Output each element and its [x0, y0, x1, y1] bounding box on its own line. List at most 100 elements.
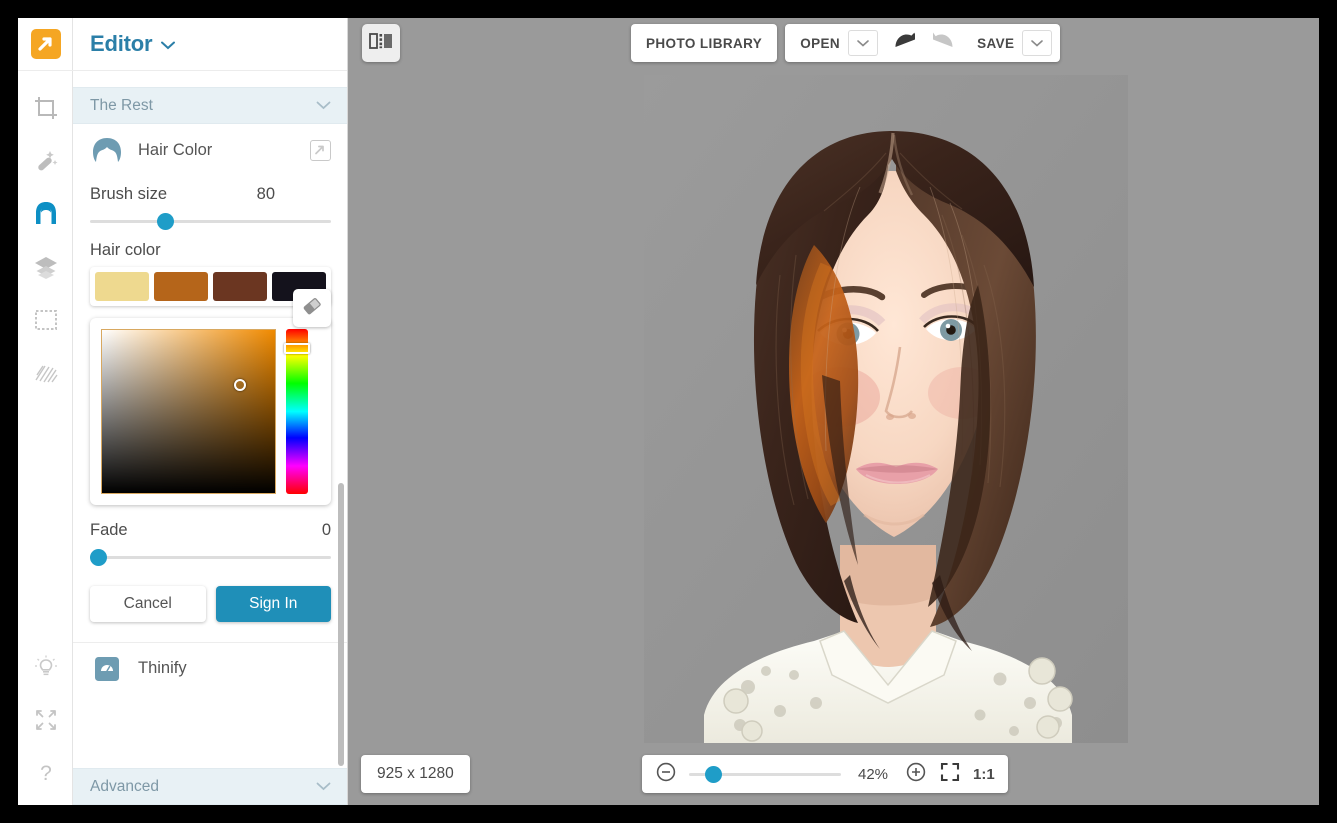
crop-icon [33, 95, 59, 121]
before-after-split-button[interactable] [362, 24, 400, 62]
slider-track [90, 220, 331, 223]
fade-slider[interactable] [90, 546, 331, 568]
hue-cursor-handle[interactable] [284, 343, 310, 354]
editor-sidebar: Editor Lip Color [73, 18, 348, 805]
undo-button[interactable] [886, 24, 924, 62]
rail-item-touch-up-tool[interactable] [18, 134, 73, 187]
app-logo[interactable] [18, 18, 73, 71]
orange-arrow-logo-icon [31, 29, 61, 59]
undo-arrow-icon [892, 30, 918, 57]
fade-value: 0 [322, 521, 331, 540]
color-picker [90, 318, 331, 505]
section-header-the-rest[interactable]: The Rest [73, 87, 348, 124]
section-label: Advanced [90, 778, 159, 796]
sign-in-button[interactable]: Sign In [216, 586, 332, 622]
slider-track [90, 556, 331, 559]
before-after-split-icon [369, 31, 393, 56]
photo-canvas[interactable] [644, 75, 1128, 743]
file-actions-group: OPEN [785, 24, 1060, 62]
chevron-down-icon [316, 97, 331, 115]
zoom-toolbar: 42% [642, 755, 1008, 793]
expand-arrows-icon [33, 707, 59, 733]
chevron-down-icon [316, 778, 331, 796]
rail-item-retouch-tool[interactable] [18, 187, 73, 240]
zoom-percent-label: 42% [853, 766, 893, 783]
rail-item-frames-tool[interactable] [18, 293, 73, 346]
sidebar-item-label: Thinify [138, 659, 187, 678]
save-button[interactable]: SAVE [962, 24, 1022, 62]
hair-color-palette-row: Hair color [90, 241, 331, 260]
brush-size-value: 80 [257, 185, 275, 204]
magic-wand-icon [33, 148, 59, 174]
frame-icon [33, 307, 59, 333]
rail-item-crop-tool[interactable] [18, 81, 73, 134]
redo-arrow-icon [930, 30, 956, 57]
rail-item-layers-tool[interactable] [18, 240, 73, 293]
swatch-blonde[interactable] [95, 272, 149, 301]
hair-color-label: Hair color [90, 241, 161, 260]
top-toolbar: PHOTO LIBRARY OPEN [631, 24, 1060, 62]
sidebar-item-thinify[interactable]: Thinify [73, 642, 348, 694]
photo-library-group: PHOTO LIBRARY [631, 24, 777, 62]
zoom-slider[interactable] [689, 764, 841, 784]
sv-cursor-handle[interactable] [234, 379, 246, 391]
photo-library-button[interactable]: PHOTO LIBRARY [631, 24, 777, 62]
slider-knob[interactable] [90, 549, 107, 566]
canvas-area: PHOTO LIBRARY OPEN [349, 18, 1319, 805]
rail-item-tips[interactable] [18, 640, 73, 693]
brush-size-label: Brush size [90, 185, 167, 204]
rail-item-textures-tool[interactable] [18, 346, 73, 399]
fit-to-screen-icon [939, 761, 961, 788]
sidebar-item-hair-color[interactable]: Hair Color [73, 124, 348, 176]
editor-window: ? Editor [18, 18, 1319, 805]
lips-icon [90, 71, 122, 74]
hue-strip[interactable] [286, 329, 308, 494]
face-portrait-icon [32, 200, 60, 228]
tool-rail: ? [18, 18, 73, 805]
plus-circle-icon [905, 761, 927, 788]
portrait-photo [644, 75, 1128, 743]
section-label: The Rest [90, 97, 153, 115]
minus-circle-icon [655, 761, 677, 788]
sidebar-scroll-region: Lip Color The Rest Hair Color [73, 71, 348, 805]
sidebar-scrollbar[interactable] [338, 483, 344, 766]
zoom-in-button[interactable] [905, 761, 927, 788]
eraser-button[interactable] [293, 289, 331, 327]
fit-to-screen-button[interactable] [939, 761, 961, 788]
brush-size-row: Brush size 80 [90, 185, 331, 204]
layers-icon [33, 254, 59, 280]
save-dropdown-caret[interactable] [1022, 30, 1052, 56]
actual-size-button[interactable]: 1:1 [973, 766, 995, 783]
chevron-down-icon[interactable] [161, 37, 175, 55]
eraser-icon [301, 295, 323, 322]
saturation-value-square[interactable] [101, 329, 276, 494]
hair-icon [90, 133, 124, 167]
lightbulb-icon [33, 654, 59, 680]
section-header-advanced[interactable]: Advanced [73, 768, 348, 805]
chevron-down-icon [1031, 34, 1043, 52]
cancel-button[interactable]: Cancel [90, 586, 206, 622]
open-dropdown-caret[interactable] [848, 30, 878, 56]
sidebar-item-lip-color[interactable]: Lip Color [73, 71, 348, 87]
slider-knob[interactable] [705, 766, 722, 783]
rail-item-fullscreen[interactable] [18, 693, 73, 746]
swatch-dark-brown[interactable] [213, 272, 267, 301]
open-button[interactable]: OPEN [785, 24, 848, 62]
scale-icon [90, 652, 124, 686]
rail-item-help[interactable]: ? [18, 746, 73, 799]
chevron-down-icon [857, 34, 869, 52]
hair-color-editor: Brush size 80 Hair color [73, 185, 348, 626]
fade-row: Fade 0 [90, 521, 331, 540]
slider-knob[interactable] [157, 213, 174, 230]
question-mark-icon: ? [33, 760, 59, 786]
sidebar-item-label: Hair Color [138, 141, 212, 160]
brush-size-slider[interactable] [90, 210, 331, 232]
texture-icon [33, 360, 59, 386]
svg-text:?: ? [40, 762, 52, 785]
premium-badge-icon[interactable] [310, 140, 331, 161]
sidebar-header[interactable]: Editor [73, 18, 347, 71]
redo-button[interactable] [924, 24, 962, 62]
editor-action-buttons: Cancel Sign In [73, 586, 348, 622]
swatch-copper[interactable] [154, 272, 208, 301]
zoom-out-button[interactable] [655, 761, 677, 788]
